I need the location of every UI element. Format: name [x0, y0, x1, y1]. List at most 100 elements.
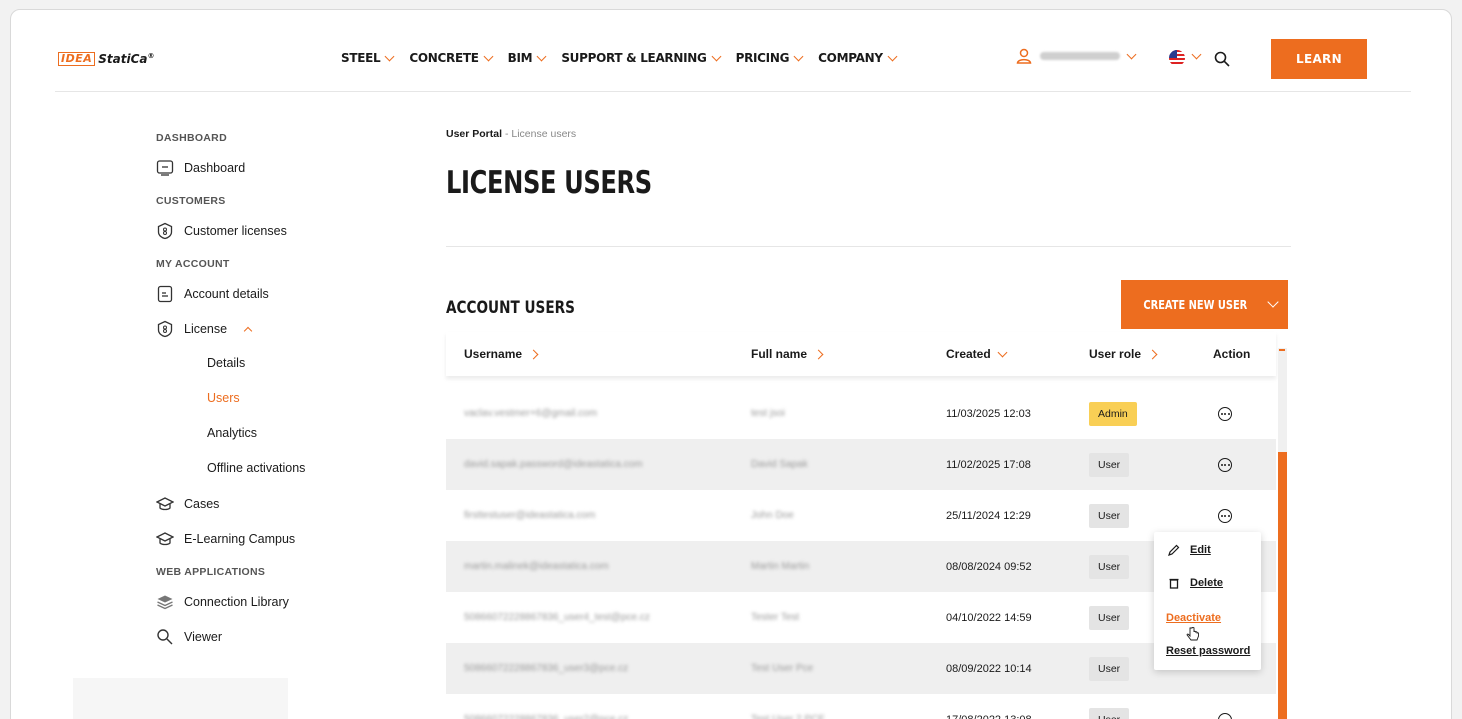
nav-bim[interactable]: BIM: [507, 51, 547, 65]
row-action-menu: Edit Delete Deactivate Reset password: [1154, 532, 1261, 670]
shield-icon: [156, 222, 174, 240]
nav-label: COMPANY: [818, 51, 883, 65]
nav-pricing[interactable]: PRICING: [736, 51, 804, 65]
user-icon: [1016, 48, 1032, 64]
dashboard-icon: [156, 159, 174, 177]
learn-button[interactable]: LEARN: [1271, 39, 1367, 79]
sidebar-item-dashboard[interactable]: Dashboard: [156, 150, 376, 185]
more-options-icon[interactable]: [1218, 508, 1232, 523]
sidebar-item-details[interactable]: Details: [156, 346, 376, 381]
sidebar-item-account-details[interactable]: Account details: [156, 276, 376, 311]
table-row: firsttestuser@ideastatica.com John Doe 2…: [446, 490, 1276, 541]
trash-icon: [1169, 578, 1179, 589]
cell-fullname: Test User Pce: [751, 663, 814, 674]
table-row: martin.malinek@ideastatica.com Martin Ma…: [446, 541, 1276, 592]
cell-username: 50866072228867836_user3@pce.cz: [464, 663, 629, 674]
sidebar-item-license[interactable]: License: [156, 311, 376, 346]
role-badge: User: [1089, 503, 1130, 528]
sidebar-item-viewer[interactable]: Viewer: [156, 619, 376, 654]
section-dashboard: DASHBOARD: [156, 132, 227, 144]
search-icon[interactable]: [1214, 51, 1230, 67]
chevron-down-icon[interactable]: [1191, 49, 1202, 60]
column-header-action: Action: [1213, 347, 1250, 361]
page-title: LICENSE USERS: [446, 165, 652, 201]
sidebar-item-analytics[interactable]: Analytics: [156, 416, 376, 451]
nav-label: BIM: [507, 51, 533, 65]
cell-created: 08/09/2022 10:14: [946, 662, 1032, 675]
chevron-down-icon: [711, 51, 722, 61]
column-header-role[interactable]: User role: [1089, 347, 1158, 361]
cell-role: User: [1089, 541, 1130, 592]
scroll-up-arrow-icon[interactable]: [1279, 349, 1285, 351]
role-badge: User: [1089, 605, 1130, 630]
menu-item-edit[interactable]: Edit: [1168, 544, 1211, 556]
cell-created: 04/10/2022 14:59: [946, 611, 1032, 624]
more-options-icon[interactable]: [1218, 457, 1232, 472]
sidebar-footer-box: [73, 678, 288, 719]
nav-company[interactable]: COMPANY: [818, 51, 898, 65]
chevron-down-icon: [793, 51, 804, 61]
header-label: Action: [1213, 347, 1251, 361]
menu-item-delete[interactable]: Delete: [1168, 577, 1223, 589]
sidebar-item-label: Connection Library: [184, 594, 289, 609]
search-icon: [156, 628, 174, 646]
user-menu[interactable]: [1016, 48, 1137, 64]
menu-label: Delete: [1190, 577, 1224, 589]
sidebar-item-cases[interactable]: Cases: [156, 486, 376, 521]
shield-icon: [156, 320, 174, 338]
column-header-username[interactable]: Username: [464, 347, 539, 361]
chevron-down-icon: [536, 51, 547, 61]
table-row: vaclav.vestmer+6@gmail.com test jsoi 11/…: [446, 388, 1276, 439]
logo-name: StatiCa: [98, 52, 148, 66]
nav-label: CONCRETE: [409, 51, 479, 65]
sidebar-item-customer-licenses[interactable]: Customer licenses: [156, 213, 376, 248]
cell-fullname: David Sapak: [751, 459, 808, 470]
menu-item-deactivate[interactable]: Deactivate: [1166, 612, 1221, 624]
us-flag-icon[interactable]: [1169, 50, 1185, 66]
create-new-user-button[interactable]: CREATE NEW USER: [1121, 280, 1288, 329]
table-row: 50866072228867836_user2@pce.cz Test User…: [446, 694, 1276, 719]
section-title: ACCOUNT USERS: [446, 298, 575, 318]
breadcrumb-root[interactable]: User Portal: [446, 128, 502, 140]
sidebar-item-label: Cases: [184, 496, 220, 511]
column-header-fullname[interactable]: Full name: [751, 347, 824, 361]
sidebar-item-offline-activations[interactable]: Offline activations: [156, 451, 376, 486]
chevron-down-icon: [1126, 49, 1137, 59]
header-divider: [55, 91, 1411, 92]
cell-username: david.sapak.password@ideastatica.com: [464, 459, 643, 470]
menu-label: Edit: [1190, 544, 1211, 556]
sidebar-item-elearning[interactable]: E-Learning Campus: [156, 521, 376, 556]
table-row: 50866072228867836_user3@pce.cz Test User…: [446, 643, 1276, 694]
more-options-icon[interactable]: [1218, 712, 1232, 719]
sidebar-item-label: License: [184, 321, 228, 336]
sidebar-item-connection-library[interactable]: Connection Library: [156, 584, 376, 619]
sidebar-item-label: Dashboard: [184, 160, 246, 175]
brand-logo[interactable]: IDEA StatiCa®: [58, 52, 155, 66]
nav-concrete[interactable]: CONCRETE: [409, 51, 494, 65]
graduation-cap-icon: [156, 495, 174, 513]
document-icon: [156, 285, 174, 303]
more-options-icon[interactable]: [1218, 406, 1232, 421]
cell-fullname: Martin Martin: [751, 561, 810, 572]
nav-steel[interactable]: STEEL: [341, 51, 395, 65]
column-header-created[interactable]: Created: [946, 347, 1008, 361]
menu-label: Deactivate: [1166, 612, 1222, 624]
cell-role: User: [1089, 592, 1130, 643]
cell-created: 11/02/2025 17:08: [946, 458, 1031, 471]
breadcrumb-separator: -: [504, 128, 509, 140]
table-header: Username Full name Created User role Act…: [446, 332, 1276, 376]
sidebar-item-label: Viewer: [184, 629, 222, 644]
logo-text: StatiCa®: [98, 52, 154, 66]
scrollbar-thumb[interactable]: [1278, 452, 1287, 719]
role-badge: User: [1089, 554, 1130, 579]
cell-action: [1218, 388, 1232, 439]
cell-role: Admin: [1089, 388, 1137, 439]
logo-registered: ®: [147, 52, 155, 60]
cell-fullname: test jsoi: [751, 408, 785, 419]
header-label: Created: [946, 347, 991, 361]
cell-username: firsttestuser@ideastatica.com: [464, 510, 596, 521]
menu-item-reset-password[interactable]: Reset password: [1166, 645, 1250, 657]
nav-support-learning[interactable]: SUPPORT & LEARNING: [561, 51, 722, 65]
cell-role: User: [1089, 694, 1130, 719]
sidebar-item-users[interactable]: Users: [156, 381, 376, 416]
